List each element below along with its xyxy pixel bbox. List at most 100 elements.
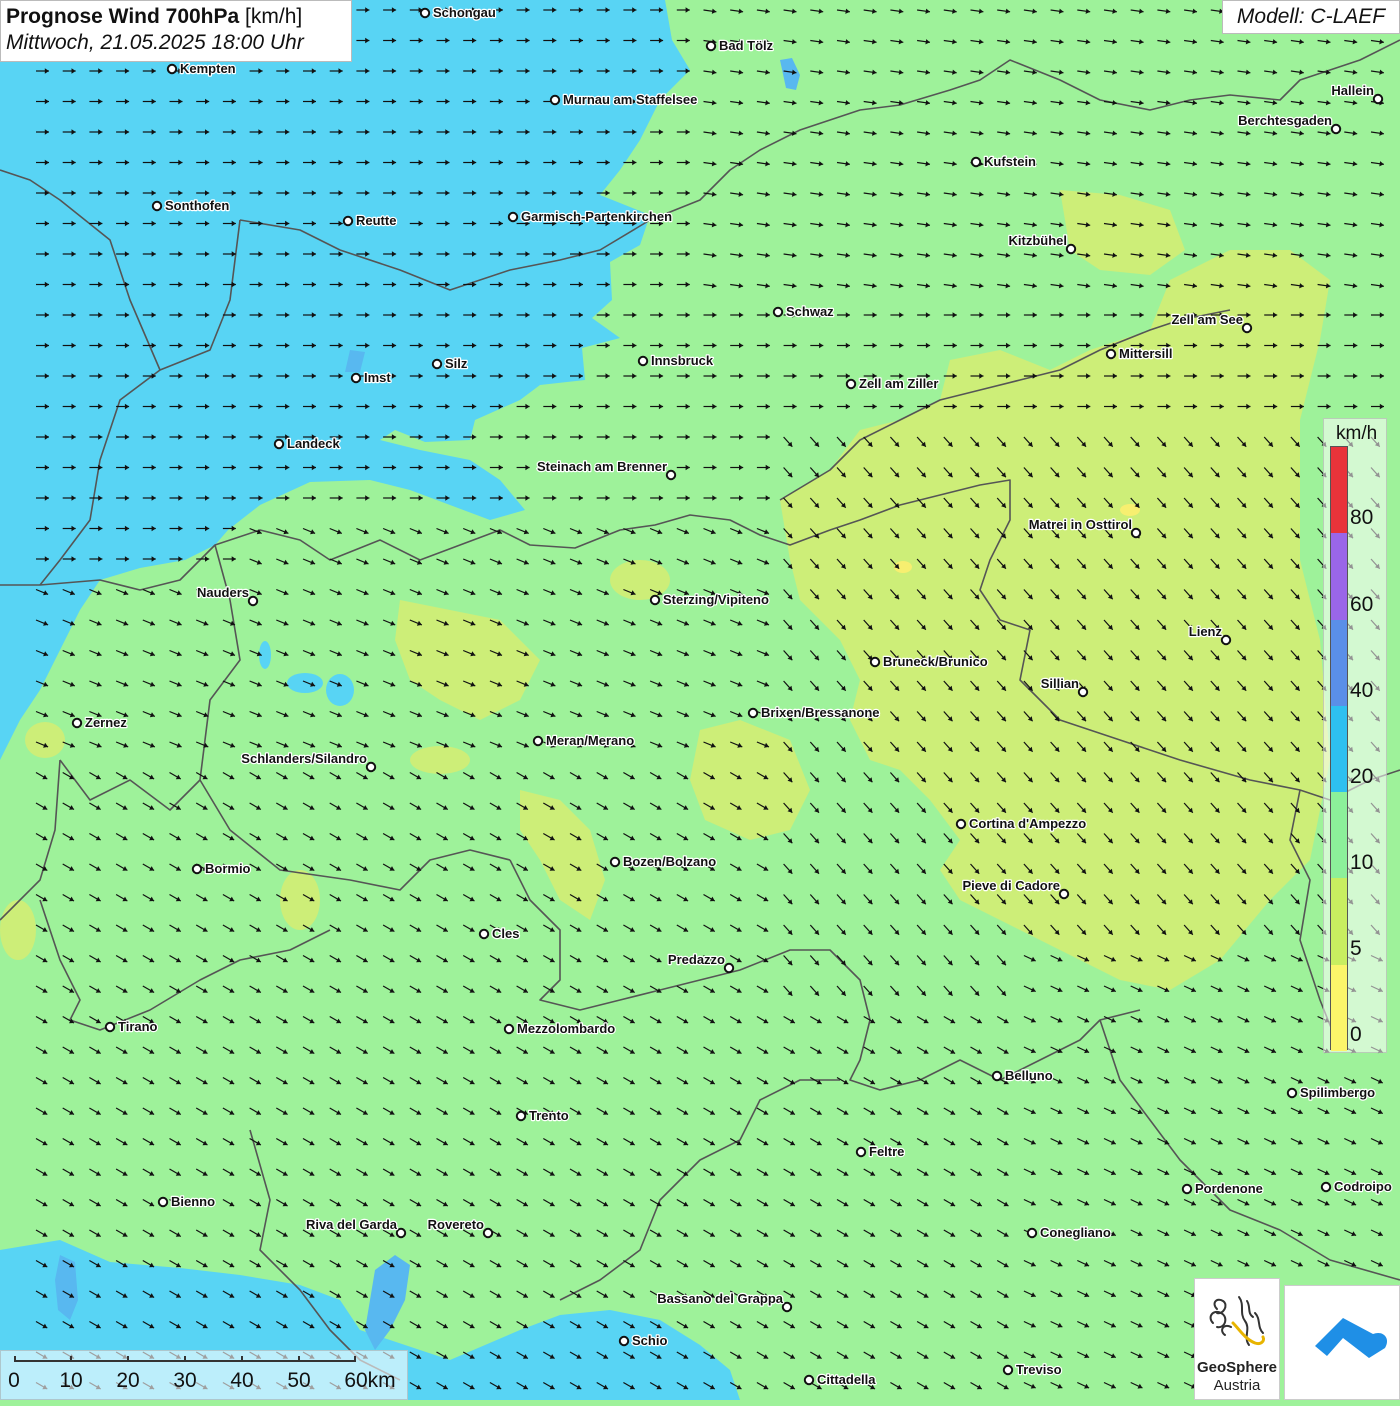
city-label: Feltre bbox=[869, 1144, 904, 1159]
city-dot bbox=[419, 7, 431, 19]
legend-color-segment bbox=[1331, 705, 1347, 793]
geosphere-icon bbox=[1209, 1296, 1265, 1346]
city-marker[interactable]: Zell am Ziller bbox=[845, 375, 940, 392]
city-dot bbox=[855, 1146, 867, 1158]
city-label: Nauders bbox=[197, 585, 249, 600]
city-dot bbox=[772, 306, 784, 318]
city-label: Murnau am Staffelsee bbox=[563, 92, 697, 107]
city-dot bbox=[1105, 348, 1117, 360]
city-dot bbox=[1372, 93, 1384, 105]
city-label: Mittersill bbox=[1119, 346, 1172, 361]
city-dot bbox=[1330, 123, 1342, 135]
city-label: Bruneck/Brunico bbox=[883, 654, 988, 669]
city-dot bbox=[1002, 1364, 1014, 1376]
city-dot bbox=[532, 735, 544, 747]
city-label: Brixen/Bressanone bbox=[761, 705, 880, 720]
city-dot bbox=[705, 40, 717, 52]
city-label: Tirano bbox=[118, 1019, 158, 1034]
city-dot bbox=[104, 1021, 116, 1033]
city-dot bbox=[515, 1110, 527, 1122]
city-marker[interactable]: Innsbruck bbox=[637, 352, 715, 369]
city-label: Pieve di Cadore bbox=[962, 878, 1060, 893]
geosphere-name: GeoSphere bbox=[1196, 1359, 1278, 1376]
city-label: Cortina d'Ampezzo bbox=[969, 816, 1086, 831]
city-marker[interactable]: Garmisch-Partenkirchen bbox=[507, 208, 673, 225]
city-label: Innsbruck bbox=[651, 353, 714, 368]
city-marker[interactable]: Mezzolombardo bbox=[503, 1020, 616, 1037]
city-label: Cittadella bbox=[817, 1372, 876, 1387]
city-dot bbox=[803, 1374, 815, 1386]
city-dot bbox=[1286, 1087, 1298, 1099]
city-marker[interactable]: Pordenone bbox=[1181, 1180, 1264, 1197]
city-label: Conegliano bbox=[1040, 1225, 1111, 1240]
scale-label: 20 bbox=[116, 1369, 140, 1392]
city-label: Codroipo bbox=[1334, 1179, 1392, 1194]
city-marker[interactable]: Meran/Merano bbox=[532, 732, 635, 749]
title-main: Prognose Wind 700hPa bbox=[6, 5, 240, 28]
city-marker[interactable]: Brixen/Bressanone bbox=[747, 704, 881, 721]
legend-tick-label: 60 bbox=[1350, 593, 1374, 616]
city-marker[interactable]: Spilimbergo bbox=[1286, 1084, 1376, 1101]
city-dot bbox=[166, 63, 178, 75]
scale-label: 30 bbox=[173, 1369, 197, 1392]
city-label: Sillian bbox=[1041, 676, 1079, 691]
city-dot bbox=[478, 928, 490, 940]
city-dot bbox=[1026, 1227, 1038, 1239]
city-label: Kempten bbox=[180, 61, 236, 76]
city-marker[interactable]: Murnau am Staffelsee bbox=[549, 91, 699, 108]
scale-label: 40 bbox=[230, 1369, 254, 1392]
city-label: Riva del Garda bbox=[306, 1217, 398, 1232]
city-dot bbox=[781, 1301, 793, 1313]
city-label: Sonthofen bbox=[165, 198, 229, 213]
weather-app-logo[interactable] bbox=[1284, 1285, 1400, 1400]
city-label: Garmisch-Partenkirchen bbox=[521, 209, 672, 224]
city-dot bbox=[665, 469, 677, 481]
scale-label: 50 bbox=[287, 1369, 311, 1392]
city-label: Bozen/Bolzano bbox=[623, 854, 716, 869]
city-dot bbox=[955, 818, 967, 830]
city-label: Landeck bbox=[287, 436, 341, 451]
city-dot bbox=[1220, 634, 1232, 646]
city-label: Reutte bbox=[356, 213, 396, 228]
city-marker[interactable]: Bruneck/Brunico bbox=[869, 653, 989, 670]
city-label: Matrei in Osttirol bbox=[1029, 517, 1132, 532]
geosphere-logo[interactable]: GeoSphere Austria bbox=[1194, 1278, 1280, 1400]
legend-color-segment bbox=[1331, 964, 1347, 1051]
city-dot bbox=[1181, 1183, 1193, 1195]
city-label: Kufstein bbox=[984, 154, 1036, 169]
city-marker[interactable]: Conegliano bbox=[1026, 1224, 1112, 1241]
legend-tick-label: 0 bbox=[1350, 1023, 1362, 1046]
scale-tick bbox=[127, 1356, 129, 1362]
wind-field-blob bbox=[0, 900, 36, 960]
city-label: Zell am See bbox=[1171, 312, 1243, 327]
city-label: Bassano del Grappa bbox=[657, 1291, 783, 1306]
city-dot bbox=[1130, 527, 1142, 539]
scale-label: 60km bbox=[344, 1369, 396, 1392]
city-dot bbox=[503, 1023, 515, 1035]
city-marker[interactable]: Sterzing/Vipiteno bbox=[649, 591, 770, 608]
city-dot bbox=[1058, 888, 1070, 900]
city-label: Sterzing/Vipiteno bbox=[663, 592, 769, 607]
wind-field-blob bbox=[25, 722, 65, 758]
city-dot bbox=[1077, 686, 1089, 698]
city-label: Pordenone bbox=[1195, 1181, 1263, 1196]
city-marker[interactable]: Schongau bbox=[419, 4, 497, 21]
city-dot bbox=[191, 863, 203, 875]
city-marker[interactable]: Cortina d'Ampezzo bbox=[955, 815, 1087, 832]
city-label: Hallein bbox=[1331, 83, 1374, 98]
city-marker[interactable]: Sonthofen bbox=[151, 197, 231, 214]
wind-field-blob bbox=[410, 746, 470, 774]
legend-tick-label: 5 bbox=[1350, 937, 1362, 960]
city-marker[interactable]: Bozen/Bolzano bbox=[609, 853, 717, 870]
scale-tick bbox=[70, 1356, 72, 1362]
city-dot bbox=[431, 358, 443, 370]
city-label: Steinach am Brenner bbox=[537, 459, 667, 474]
city-label: Trento bbox=[529, 1108, 569, 1123]
legend-tick-label: 10 bbox=[1350, 851, 1374, 874]
city-dot bbox=[549, 94, 561, 106]
city-label: Kitzbühel bbox=[1009, 233, 1068, 248]
city-dot bbox=[342, 215, 354, 227]
city-label: Bad Tölz bbox=[719, 38, 774, 53]
city-dot bbox=[723, 962, 735, 974]
legend-color-segment bbox=[1331, 878, 1347, 965]
